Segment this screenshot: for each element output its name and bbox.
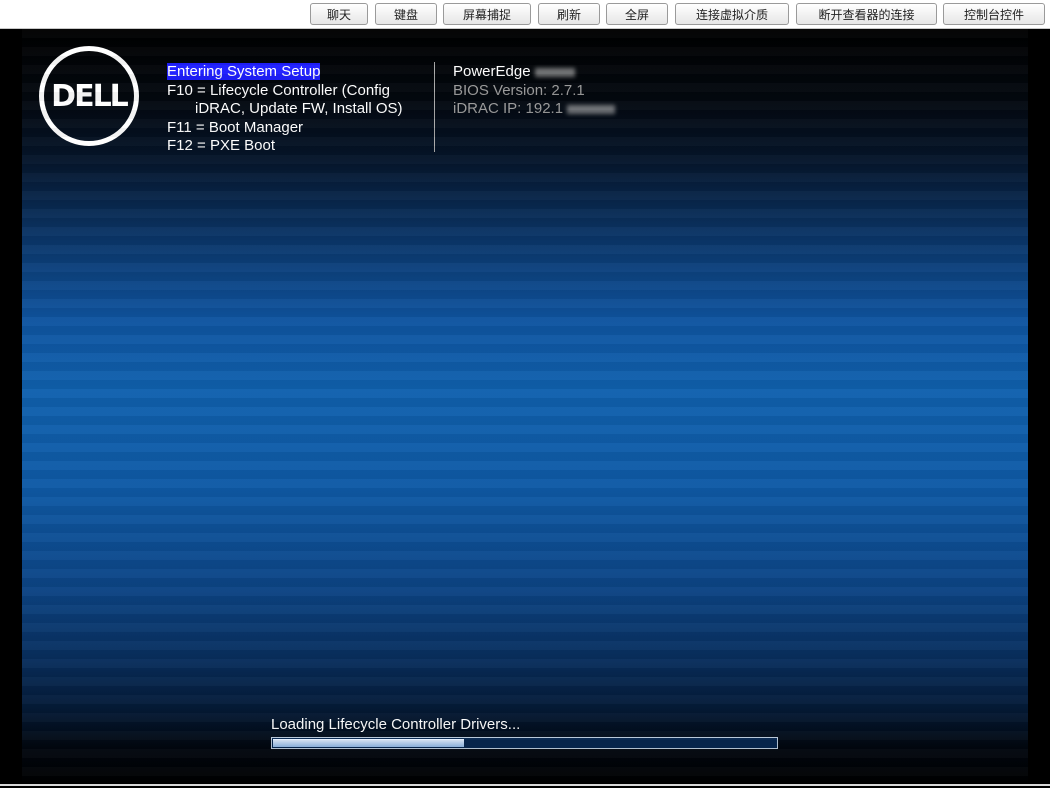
f12-option: F12 = PXE Boot (167, 137, 275, 154)
redacted-ip (567, 104, 616, 114)
loading-progress-fill (273, 739, 464, 747)
keyboard-button[interactable]: 键盘 (375, 3, 437, 25)
chat-button[interactable]: 聊天 (310, 3, 368, 25)
model-name: PowerEdge (453, 63, 531, 80)
virtual-console[interactable]: DELL Entering System Setup F10 = Lifecyc… (0, 29, 1050, 788)
screen-capture-button[interactable]: 屏幕捕捉 (443, 3, 531, 25)
fullscreen-button[interactable]: 全屏 (606, 3, 668, 25)
connect-virtual-media-button[interactable]: 连接虚拟介质 (675, 3, 789, 25)
dell-logo: DELL (39, 46, 139, 146)
console-bottom-edge (0, 784, 1050, 786)
redacted-model (534, 67, 575, 77)
entering-system-setup: Entering System Setup (167, 63, 321, 80)
bios-version: BIOS Version: 2.7.1 (453, 81, 585, 99)
disconnect-viewer-button[interactable]: 断开查看器的连接 (796, 3, 937, 25)
refresh-button[interactable]: 刷新 (538, 3, 600, 25)
idrac-ip: iDRAC IP: 192.1 (453, 100, 564, 117)
f11-option: F11 = Boot Manager (167, 118, 304, 136)
dell-logo-text: DELL (51, 78, 129, 114)
boot-screen[interactable]: DELL Entering System Setup F10 = Lifecyc… (22, 29, 1028, 785)
f10-option-detail: iDRAC, Update FW, Install OS) (195, 100, 403, 117)
boot-options: Entering System Setup F10 = Lifecycle Co… (167, 63, 403, 156)
info-divider (434, 62, 435, 152)
loading-progress-bar (271, 737, 778, 749)
loading-status: Loading Lifecycle Controller Drivers... (271, 716, 521, 733)
system-info: PowerEdge BIOS Version: 2.7.1 iDRAC IP: … (453, 63, 616, 119)
f10-option: F10 = Lifecycle Controller (Config (167, 81, 391, 99)
console-controls-button[interactable]: 控制台控件 (943, 3, 1045, 25)
console-toolbar: 聊天 键盘 屏幕捕捉 刷新 全屏 连接虚拟介质 断开查看器的连接 控制台控件 (0, 0, 1050, 29)
